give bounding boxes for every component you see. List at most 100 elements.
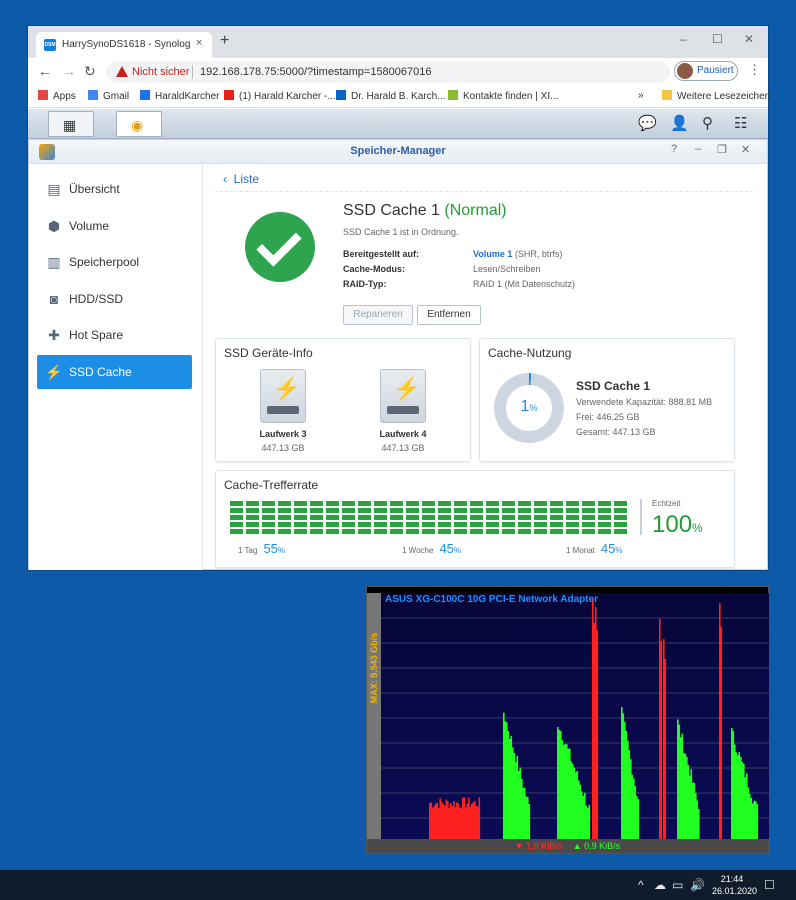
hit-rate-segment [614,529,627,534]
upload-bar [689,775,691,839]
bookmarks-folder[interactable]: Weitere Lesezeichen [662,90,770,102]
drive-size: 447.13 GB [261,443,305,453]
show-hidden-icons[interactable]: ^ [638,878,644,892]
maximize-button[interactable]: ☐ [712,32,723,46]
download-bar [447,801,449,839]
user-icon[interactable]: 👤 [670,114,689,132]
hit-rate-segment [470,501,483,506]
hit-rate-segment [438,529,451,534]
upload-bar [677,719,679,839]
hit-rate-segment [358,501,371,506]
hit-rate-segment [294,501,307,506]
hit-rate-segment [422,508,435,513]
chat-icon[interactable]: 💬 [638,114,657,132]
download-bar [475,805,478,839]
bookmark-xing[interactable]: Kontakte finden | XI... [448,90,558,102]
cache-usage-panel: Cache-Nutzung 1% SSD Cache 1 Verwendete … [479,338,735,462]
address-bar[interactable]: Nicht sicher 192.168.178.75:5000/?timest… [106,61,740,83]
download-bar [462,797,464,839]
bookmark-apps[interactable]: Apps [38,90,76,102]
hit-rate-segment [438,515,451,520]
sidebar-item-hdd-ssd[interactable]: ◙ HDD/SSD [37,282,192,316]
reload-icon[interactable]: ↻ [84,63,96,79]
profile-button[interactable]: Pausiert [674,61,738,81]
url-text[interactable]: 192.168.178.75:5000/?timestamp=158006701… [200,66,432,78]
usage-donut-chart: 1% [494,373,564,443]
bookmark-youtube[interactable]: (1) Harald Karcher -... [224,90,336,102]
security-label[interactable]: Nicht sicher [132,66,189,78]
hit-rate-segment [502,515,515,520]
upload-bar [683,752,685,839]
hit-rate-segment [278,515,291,520]
widgets-icon[interactable]: ☷ [734,114,747,132]
close-button[interactable]: ✕ [744,32,754,46]
hit-rate-segment [278,529,291,534]
network-graph-widget: MAX: 9.543 Gb/s ASUS XG-C100C 10G PCI-E … [366,586,769,854]
sidebar-item-speicherpool[interactable]: ▥ Speicherpool [37,245,192,279]
onedrive-icon[interactable]: ☁ [654,878,666,892]
bookmark-gmail[interactable]: Gmail [88,90,129,102]
minimize-window-button[interactable]: – [695,143,701,155]
upload-bar [515,762,517,839]
network-icon[interactable]: ▭ [672,878,683,892]
forward-icon[interactable]: → [62,63,76,79]
bookmarks-overflow[interactable]: » [638,90,644,101]
ssd-cache-detail: ‹ Liste SSD Cache 1 (Normal) SSD Cache 1… [215,164,755,570]
browser-window: DSM HarrySynoDS1618 - Synology Di × + – … [28,26,770,570]
hit-rate-segment [518,508,531,513]
volume-icon[interactable]: 🔊 [690,878,705,892]
sidebar-item-volume[interactable]: ⬢ Volume [37,209,192,243]
hit-rate-segment [326,508,339,513]
tab-close-icon[interactable]: × [196,37,202,49]
bookmark-linkedin[interactable]: Dr. Harald B. Karch... [336,90,445,102]
back-to-list-link[interactable]: ‹ Liste [223,172,259,186]
hit-rate-segment [470,515,483,520]
main-menu-button[interactable]: ▦ [48,111,94,137]
minimize-button[interactable]: – [680,32,687,46]
profile-label: Pausiert [697,65,734,76]
windows-taskbar: ^ ☁ ▭ 🔊 21:44 26.01.2020 ☐ [0,870,796,900]
hit-rate-segment [246,515,259,520]
browser-tab[interactable]: DSM HarrySynoDS1618 - Synology Di × [36,32,212,58]
clock[interactable]: 21:44 26.01.2020 [712,873,757,897]
restore-window-button[interactable]: ❐ [717,143,727,156]
hit-rate-segment [230,529,243,534]
hit-rate-segment [470,508,483,513]
upload-bar [584,792,586,839]
hit-rate-segment [262,501,275,506]
sidebar-item-hot-spare[interactable]: ✚ Hot Spare [37,318,192,352]
repair-button[interactable]: Reparieren [343,305,413,325]
hit-rate-bar-row [230,501,630,506]
storage-manager-task[interactable]: ◉ [116,111,162,137]
upload-bar [621,706,623,839]
linkedin-icon [336,90,346,100]
search-icon[interactable]: ⚲ [702,114,713,132]
download-bar [592,599,594,839]
hit-rate-segment [422,501,435,506]
address-separator [192,65,193,79]
hit-rate-segment [390,522,403,527]
back-icon[interactable]: ← [38,63,52,79]
upload-bar [625,730,628,839]
menu-icon[interactable]: ⋮ [748,62,761,78]
upload-bar [698,809,700,839]
sidebar-item--bersicht[interactable]: ▤ Übersicht [37,172,192,206]
remove-button[interactable]: Entfernen [417,305,481,325]
notification-icon[interactable]: ☐ [764,878,775,892]
upload-bar [680,737,682,839]
hit-rate-segment [566,508,579,513]
hit-rate-segment [518,515,531,520]
bookmark-haraldkarcher[interactable]: HaraldKarcher [140,90,219,102]
field-key-raid-type: RAID-Typ: [343,279,387,289]
volume-link[interactable]: Volume 1 [473,249,512,259]
dsm-favicon-icon: DSM [44,39,56,51]
hit-rate-segment [230,522,243,527]
usage-percent: 1% [520,398,538,415]
sidebar-item-ssd-cache[interactable]: ⚡ SSD Cache [37,354,192,389]
download-bar [444,805,446,839]
hit-rate-bars [230,501,630,534]
new-tab-button[interactable]: + [220,33,229,49]
hit-rate-segment [262,522,275,527]
close-window-button[interactable]: ✕ [741,143,750,156]
help-button[interactable]: ? [671,143,677,155]
